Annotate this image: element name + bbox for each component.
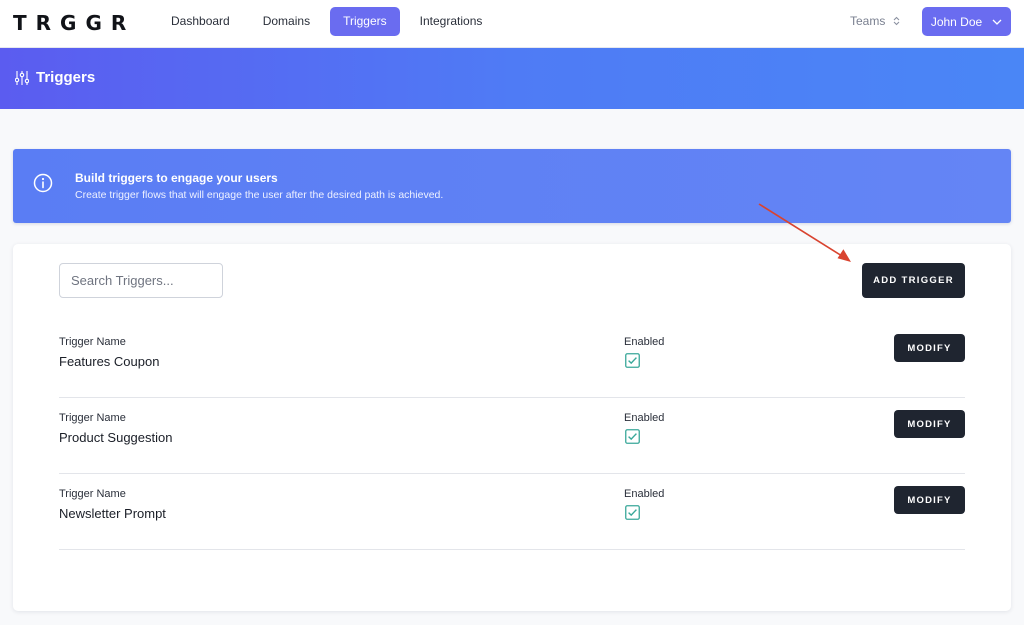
trigger-name-label: Trigger Name bbox=[59, 412, 126, 424]
modify-button[interactable]: MODIFY bbox=[894, 486, 965, 514]
trigger-name: Product Suggestion bbox=[59, 430, 173, 445]
info-banner: Build triggers to engage your users Crea… bbox=[13, 149, 1011, 223]
banner-subtitle: Create trigger flows that will engage th… bbox=[75, 189, 444, 201]
nav-link-triggers[interactable]: Triggers bbox=[330, 7, 400, 36]
top-navigation: TRGGR Dashboard Domains Triggers Integra… bbox=[0, 0, 1024, 48]
triggers-card: ADD TRIGGER Trigger Name Features Coupon… bbox=[13, 244, 1011, 611]
page-title: Triggers bbox=[36, 69, 96, 86]
chevron-down-icon bbox=[992, 19, 1002, 25]
enabled-checkbox[interactable] bbox=[625, 429, 640, 444]
trigger-name: Features Coupon bbox=[59, 354, 160, 369]
teams-label: Teams bbox=[850, 14, 886, 28]
enabled-checkbox[interactable] bbox=[625, 353, 640, 368]
trigger-row: Trigger Name Features Coupon Enabled MOD… bbox=[59, 322, 965, 398]
page-header: Triggers bbox=[0, 48, 1024, 109]
nav-link-domains[interactable]: Domains bbox=[250, 7, 323, 36]
nav-link-integrations[interactable]: Integrations bbox=[407, 7, 496, 36]
nav-link-dashboard[interactable]: Dashboard bbox=[158, 7, 243, 36]
enabled-label: Enabled bbox=[624, 412, 665, 424]
info-icon bbox=[33, 173, 53, 193]
trigger-row: Trigger Name Product Suggestion Enabled … bbox=[59, 398, 965, 474]
teams-selector[interactable]: Teams bbox=[850, 14, 900, 28]
modify-button[interactable]: MODIFY bbox=[894, 410, 965, 438]
trigger-name-label: Trigger Name bbox=[59, 336, 126, 348]
modify-button[interactable]: MODIFY bbox=[894, 334, 965, 362]
nav-links: Dashboard Domains Triggers Integrations bbox=[158, 7, 502, 36]
chevron-up-down-icon bbox=[893, 16, 900, 26]
sliders-icon bbox=[15, 71, 29, 85]
enabled-checkbox[interactable] bbox=[625, 505, 640, 520]
banner-title: Build triggers to engage your users bbox=[75, 171, 278, 185]
app-logo[interactable]: TRGGR bbox=[13, 11, 135, 35]
trigger-name: Newsletter Prompt bbox=[59, 506, 166, 521]
trigger-row: Trigger Name Newsletter Prompt Enabled M… bbox=[59, 474, 965, 550]
user-name: John Doe bbox=[930, 14, 983, 29]
user-menu-button[interactable]: John Doe bbox=[922, 7, 1011, 36]
enabled-label: Enabled bbox=[624, 488, 665, 500]
enabled-label: Enabled bbox=[624, 336, 665, 348]
trigger-name-label: Trigger Name bbox=[59, 488, 126, 500]
search-triggers-input[interactable] bbox=[59, 263, 223, 298]
add-trigger-button[interactable]: ADD TRIGGER bbox=[862, 263, 965, 298]
